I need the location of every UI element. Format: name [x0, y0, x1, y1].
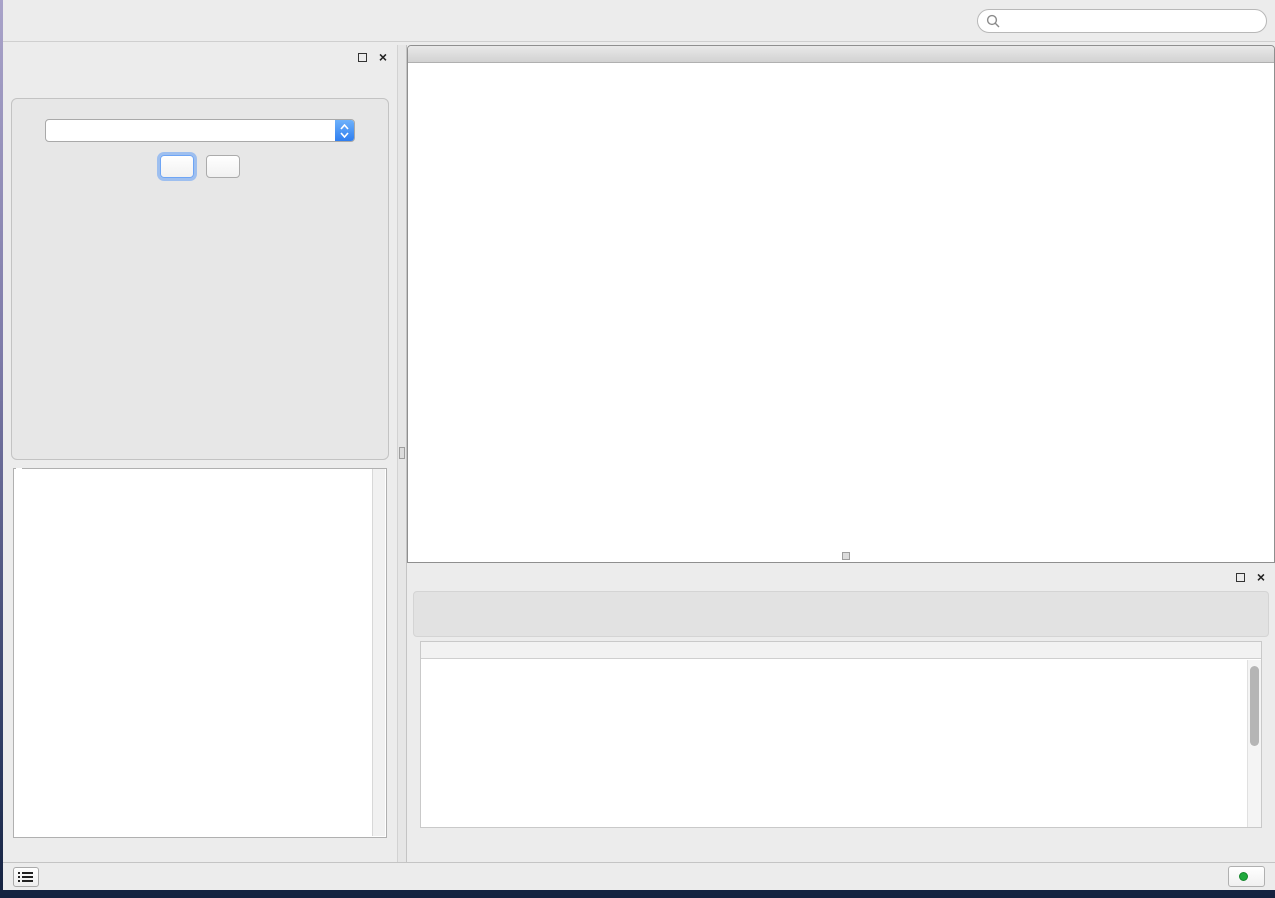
- node-table: [420, 641, 1262, 828]
- mcds-result-list[interactable]: [16, 469, 372, 835]
- search-icon: [986, 14, 1000, 28]
- close-window-icon[interactable]: [416, 48, 428, 60]
- task-history-button[interactable]: [13, 867, 39, 887]
- search-field[interactable]: [1000, 14, 1258, 28]
- memory-status-icon: [1239, 872, 1248, 881]
- vertical-splitter[interactable]: [397, 45, 407, 862]
- select-stepper-icon: [335, 120, 354, 141]
- network-titlebar[interactable]: [408, 46, 1274, 63]
- minimize-window-icon[interactable]: [436, 48, 448, 60]
- cytoscape-window: ×: [3, 0, 1275, 890]
- table-header: [421, 642, 1261, 659]
- network-view-window: [407, 45, 1275, 563]
- float-panel-icon[interactable]: [358, 53, 367, 62]
- memory-button[interactable]: [1228, 866, 1265, 887]
- network-graph[interactable]: [408, 63, 1274, 562]
- close-table-panel-icon[interactable]: ×: [1257, 573, 1265, 582]
- zoom-window-icon[interactable]: [456, 48, 468, 60]
- close-panel-icon[interactable]: ×: [379, 53, 387, 62]
- network-canvas[interactable]: [408, 63, 1274, 562]
- horizontal-splitter-grip[interactable]: [842, 552, 850, 560]
- result-list-scrollbar[interactable]: [372, 469, 385, 836]
- splitter-grip[interactable]: [399, 447, 405, 459]
- mcds-tab-content: [11, 98, 389, 460]
- table-scroll-thumb[interactable]: [1250, 666, 1259, 746]
- float-table-panel-icon[interactable]: [1236, 573, 1245, 582]
- main-toolbar: [3, 0, 1275, 42]
- close-panel-button[interactable]: [206, 155, 240, 178]
- status-bar: [3, 862, 1275, 890]
- search-input[interactable]: [977, 9, 1267, 33]
- mcds-result-group: [13, 468, 387, 838]
- list-icon: [18, 871, 34, 883]
- table-panel: ×: [407, 563, 1275, 862]
- optimization-select[interactable]: [45, 119, 355, 142]
- table-toolbar: [413, 591, 1269, 637]
- control-panel: ×: [3, 45, 397, 862]
- table-scrollbar[interactable]: [1247, 660, 1261, 827]
- run-mcds-button[interactable]: [160, 155, 194, 178]
